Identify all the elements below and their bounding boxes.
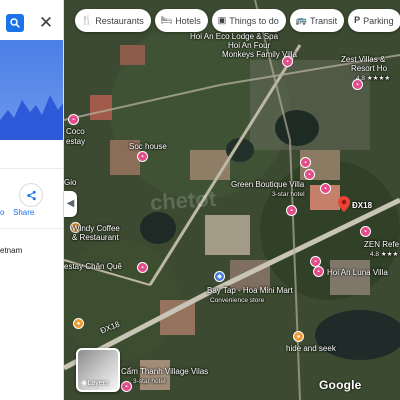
place-windy[interactable]: Windy Coffee (72, 224, 120, 233)
address-text: etnam (0, 246, 23, 255)
restaurant-pin[interactable]: ● (73, 318, 84, 329)
chip-restaurants[interactable]: 🍴 Restaurants (75, 9, 151, 32)
action-label-partial[interactable]: o (0, 208, 4, 217)
shop-pin[interactable]: ◆ (214, 271, 225, 282)
share-button[interactable] (19, 183, 43, 207)
selected-location-label[interactable]: ĐX18 (352, 201, 372, 210)
place-bay-tap[interactable]: Bay Tap - Hoa Mini Mart (207, 286, 293, 295)
parking-icon: P (354, 15, 361, 25)
chip-things-to-do[interactable]: ▣ Things to do (211, 9, 286, 32)
hotel-pin[interactable]: ▪ (282, 56, 293, 67)
place-panel: ✕ o Share etnam (0, 0, 64, 400)
search-bar[interactable]: ✕ (0, 8, 63, 38)
restaurant-pin[interactable]: ● (293, 331, 304, 342)
place-photo[interactable] (0, 40, 63, 140)
hotel-pin[interactable]: ▪ (121, 381, 132, 392)
collapse-panel-button[interactable]: ◀ (64, 191, 77, 217)
place-gio[interactable]: Gio (64, 178, 76, 187)
hotel-pin[interactable]: ▪ (352, 79, 363, 90)
place-zen-ref[interactable]: ZEN Refe (364, 240, 399, 249)
share-icon (26, 190, 36, 200)
bed-icon: 🛏 (160, 15, 173, 25)
place-soc-house[interactable]: Soc house (129, 142, 167, 151)
cam-thanh-type: 3-star hotel (133, 378, 166, 385)
hotel-pin[interactable]: ▪ (286, 205, 297, 216)
hotel-pin[interactable]: ▪ (320, 183, 331, 194)
hotel-pin[interactable]: ▪ (360, 226, 371, 237)
chip-transit[interactable]: 🚌 Transit (289, 9, 345, 32)
google-logo: Google (319, 378, 362, 392)
fork-knife-icon: 🍴 (81, 15, 93, 25)
layers-button[interactable]: ◈ Layers (76, 348, 120, 392)
map-app: chetot ✕ o Share etnam ◀ 🍴 Restaurants 🛏 H (0, 0, 400, 400)
chip-hotels[interactable]: 🛏 Hotels (154, 9, 208, 32)
actions-row: o Share (0, 175, 63, 220)
category-chips: 🍴 Restaurants 🛏 Hotels ▣ Things to do 🚌 Tran… (75, 9, 400, 32)
place-cam-thanh[interactable]: Cẩm Thanh Village Vilas (121, 367, 208, 376)
watermark: chetot (149, 185, 217, 216)
place-green-boutique[interactable]: Green Boutique Villa (231, 180, 304, 189)
place-windy-2[interactable]: & Restaurant (72, 233, 119, 242)
hotel-pin[interactable]: ▪ (137, 262, 148, 273)
share-label[interactable]: Share (13, 208, 34, 217)
hotel-pin[interactable]: ▪ (313, 266, 324, 277)
divider (0, 168, 63, 169)
place-hoi-an-eco-lodge[interactable]: Hoi An Eco Lodge & Spa (190, 32, 278, 41)
hotel-pin[interactable]: ▪ (300, 157, 311, 168)
place-zest-villas[interactable]: Zest Villas & (341, 55, 385, 64)
divider (0, 228, 63, 229)
hotel-pin[interactable]: ▪ (304, 169, 315, 180)
layers-label: Layers (87, 380, 109, 387)
place-zest-villas-2[interactable]: Resort Ho (351, 64, 387, 73)
place-chan-que[interactable]: estay Chân Quê (64, 262, 122, 271)
camera-icon: ▣ (217, 15, 227, 25)
bay-tap-type: Convenience store (210, 297, 265, 304)
place-coco-2[interactable]: estay (66, 137, 85, 146)
place-hide-and-seek[interactable]: hide and seek (286, 344, 336, 353)
hotel-pin[interactable]: ▪ (137, 151, 148, 162)
zen-rating: 4.8 ★★★ (370, 251, 399, 258)
bus-icon: 🚌 (295, 15, 307, 25)
selected-location-pin[interactable] (338, 196, 350, 217)
close-icon[interactable]: ✕ (36, 13, 56, 33)
place-luna-villa[interactable]: Hoi An Luna Villa (327, 268, 388, 277)
chip-parking[interactable]: P Parking (348, 9, 400, 32)
place-four-monkeys[interactable]: Hoi An Four (228, 41, 270, 50)
hotel-pin[interactable]: ▪ (68, 114, 79, 125)
green-boutique-type: 3-star hotel (272, 191, 305, 198)
place-coco[interactable]: Coco (66, 127, 85, 136)
search-icon[interactable] (6, 14, 24, 32)
